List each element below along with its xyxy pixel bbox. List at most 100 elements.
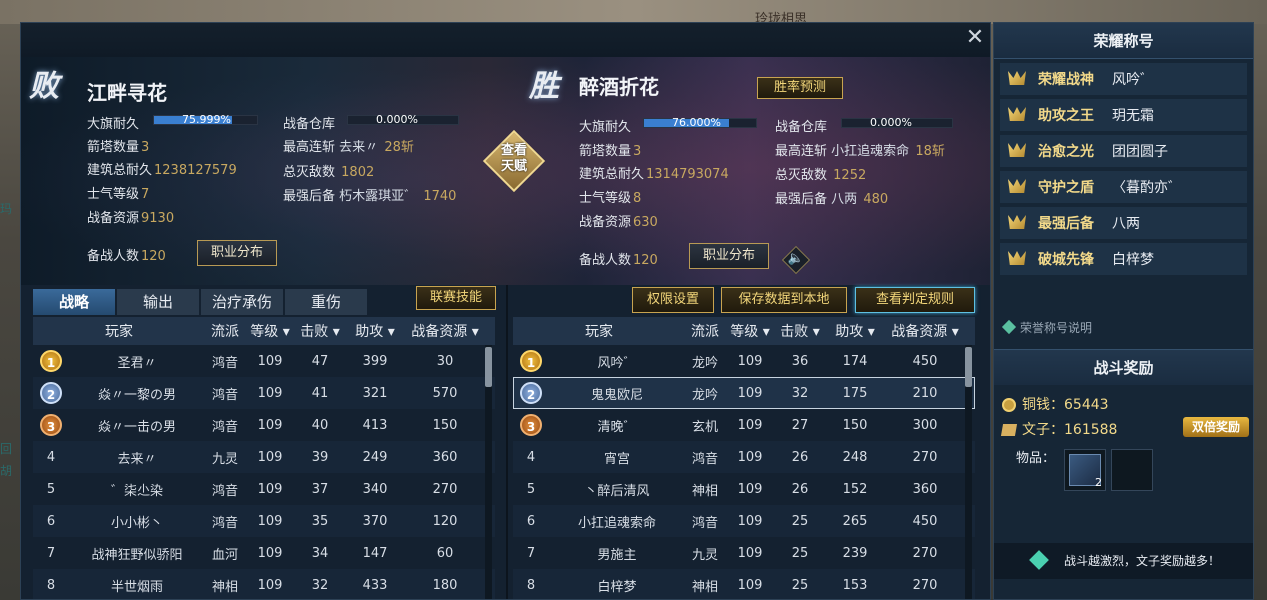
resources: 300	[912, 417, 938, 433]
result-lose-label: 败	[29, 69, 59, 104]
warehouse-value: 0.000%	[870, 116, 912, 129]
honor-title-text: 助攻之王	[1038, 108, 1094, 124]
table-row[interactable]: 4 宵宫 鸿音 109 26 248 270	[513, 441, 975, 473]
table-row[interactable]: 4 去来〃 九灵 109 39 249 360	[33, 441, 495, 473]
right-scrollbar[interactable]	[965, 345, 972, 599]
empty-item-slot	[1111, 449, 1153, 491]
table-row[interactable]: 3 焱〃一击の男 鸿音 109 40 413 150	[33, 409, 495, 441]
col-resources-label: 战备资源	[891, 324, 948, 340]
school: 九灵	[691, 547, 718, 563]
team-name: 醉酒折花	[579, 75, 659, 99]
team-name: 江畔寻花	[87, 81, 167, 105]
school: 鸿音	[211, 387, 238, 403]
col-level[interactable]: 等级 ▾	[245, 321, 295, 341]
school: 玄机	[691, 419, 718, 435]
resources: 270	[432, 481, 458, 497]
table-row-selected[interactable]: 2 鬼鬼欧尼 龙吟 109 32 175 210	[513, 377, 975, 409]
table-row[interactable]: 6 小扛追魂索命 鸿音 109 25 265 450	[513, 505, 975, 537]
warehouse-label: 战备仓库	[775, 120, 828, 135]
morale-label: 士气等级	[579, 191, 632, 206]
double-reward-badge[interactable]: 双倍奖励	[1183, 417, 1249, 437]
player-name: ゛柒尐染	[110, 483, 163, 499]
table-row[interactable]: 5 丶醉后清风 神相 109 26 152 360	[513, 473, 975, 505]
resources: 30	[436, 353, 454, 369]
rank: 6	[526, 513, 536, 529]
col-level-label: 等级	[730, 324, 759, 340]
winning-team-table: 玩家 流派 等级 ▾ 击败 ▾ 助攻 ▾ 战备资源 ▾ 1 风吟゛ 龙吟 109 36 1…	[513, 317, 975, 599]
close-icon[interactable]: ✕	[964, 27, 986, 49]
table-row[interactable]: 8 白梓梦 神相 109 25 153 270	[513, 569, 975, 599]
table-row[interactable]: 7 男施主 九灵 109 25 239 270	[513, 537, 975, 569]
table-row[interactable]: 7 战神狂野似骄阳 血河 109 34 147 60	[33, 537, 495, 569]
streak-label: 最高连斩	[775, 144, 828, 159]
resources: 450	[912, 513, 938, 529]
player-name: 半世烟雨	[110, 579, 163, 595]
right-scroll-thumb[interactable]	[965, 347, 972, 387]
view-talent-button[interactable]: 查看 天赋	[482, 129, 546, 193]
player-name: 宵宫	[603, 451, 630, 467]
left-scroll-thumb[interactable]	[485, 347, 492, 387]
save-data-button[interactable]: 保存数据到本地	[721, 287, 847, 313]
col-kills[interactable]: 击败 ▾	[295, 321, 345, 341]
col-resources[interactable]: 战备资源 ▾	[405, 321, 485, 341]
winning-team-panel: 胜 醉酒折花 胜率预测 大旗耐久 76.000% 箭塔数量 3 建筑总耐久 1314…	[511, 23, 961, 285]
left-scrollbar[interactable]	[485, 345, 492, 599]
build-value: 1314793074	[646, 167, 729, 182]
reward-item-slot[interactable]: 2	[1064, 449, 1106, 491]
game-background-top: 玲珑相思	[0, 0, 1267, 27]
league-skill-button[interactable]: 联赛技能	[416, 286, 496, 310]
kills: 41	[311, 385, 329, 401]
banner-label: 大旗耐久	[579, 120, 632, 135]
col-assists[interactable]: 助攻 ▾	[345, 321, 405, 341]
banner-durability-bar: 75.999%	[153, 113, 258, 126]
win-rate-predict-button[interactable]: 胜率预测	[757, 77, 843, 99]
kills: 25	[791, 577, 809, 593]
school: 鸿音	[211, 483, 238, 499]
battle-result-window: ✕ 败 江畔寻花 大旗耐久 75.999% 箭塔数量 3 建筑总耐久 1238127…	[20, 22, 991, 600]
table-row[interactable]: 5 ゛柒尐染 鸿音 109 37 340 270	[33, 473, 495, 505]
table-row[interactable]: 1 风吟゛ 龙吟 109 36 174 450	[513, 345, 975, 377]
tab-output[interactable]: 输出	[117, 289, 199, 315]
permission-settings-button[interactable]: 权限设置	[632, 287, 714, 313]
tab-strategy[interactable]: 战略	[33, 289, 115, 315]
game-background-left: 玛 回 胡	[0, 200, 20, 500]
coin-label: 铜钱：	[1022, 397, 1064, 413]
table-row[interactable]: 1 圣君〃 鸿音 109 47 399 30	[33, 345, 495, 377]
table-row[interactable]: 3 清晚゛ 玄机 109 27 150 300	[513, 409, 975, 441]
table-row[interactable]: 2 焱〃一黎の男 鸿音 109 41 321 570	[33, 377, 495, 409]
honor-title-text: 守护之盾	[1038, 180, 1094, 196]
tab-heavy-injury[interactable]: 重伤	[285, 289, 367, 315]
class-distribution-button[interactable]: 职业分布	[197, 240, 277, 266]
background-left-text-1: 玛	[0, 202, 13, 216]
col-assists[interactable]: 助攻 ▾	[825, 321, 885, 341]
build-label: 建筑总耐久	[579, 167, 645, 182]
assists: 370	[362, 513, 388, 529]
col-level[interactable]: 等级 ▾	[725, 321, 775, 341]
wenzi-label: 文子：	[1022, 422, 1064, 438]
kills: 35	[311, 513, 329, 529]
build-value: 1238127579	[154, 163, 237, 178]
view-rules-button[interactable]: 查看判定规则	[855, 287, 975, 313]
kills: 32	[791, 385, 809, 401]
res-label: 战备资源	[579, 215, 632, 230]
rank: 8	[46, 577, 56, 593]
assists: 265	[842, 513, 868, 529]
table-row[interactable]: 6 小小彬丶 鸿音 109 35 370 120	[33, 505, 495, 537]
honor-note-link[interactable]: 荣誉称号说明	[1001, 319, 1092, 336]
kills: 26	[791, 449, 809, 465]
honor-item: 守护之盾 〈暮酌亦゛	[1000, 171, 1247, 203]
coin-reward: 铜钱：65443	[1002, 394, 1109, 414]
assists: 175	[842, 385, 868, 401]
col-kills[interactable]: 击败 ▾	[775, 321, 825, 341]
crown-icon	[1000, 207, 1034, 239]
table-row[interactable]: 8 半世烟雨 神相 109 32 433 180	[33, 569, 495, 599]
col-resources[interactable]: 战备资源 ▾	[885, 321, 965, 341]
coin-icon	[1002, 398, 1016, 412]
class-distribution-button[interactable]: 职业分布	[689, 243, 769, 269]
voice-button[interactable]: 🔈	[781, 245, 811, 275]
tab-heal-tank[interactable]: 治疗承伤	[201, 289, 283, 315]
kills-value: 1252	[833, 168, 867, 183]
rank-medal-2: 2	[40, 382, 62, 404]
honor-title-text: 破城先锋	[1038, 252, 1094, 268]
streak-name: 去来〃	[339, 140, 379, 155]
